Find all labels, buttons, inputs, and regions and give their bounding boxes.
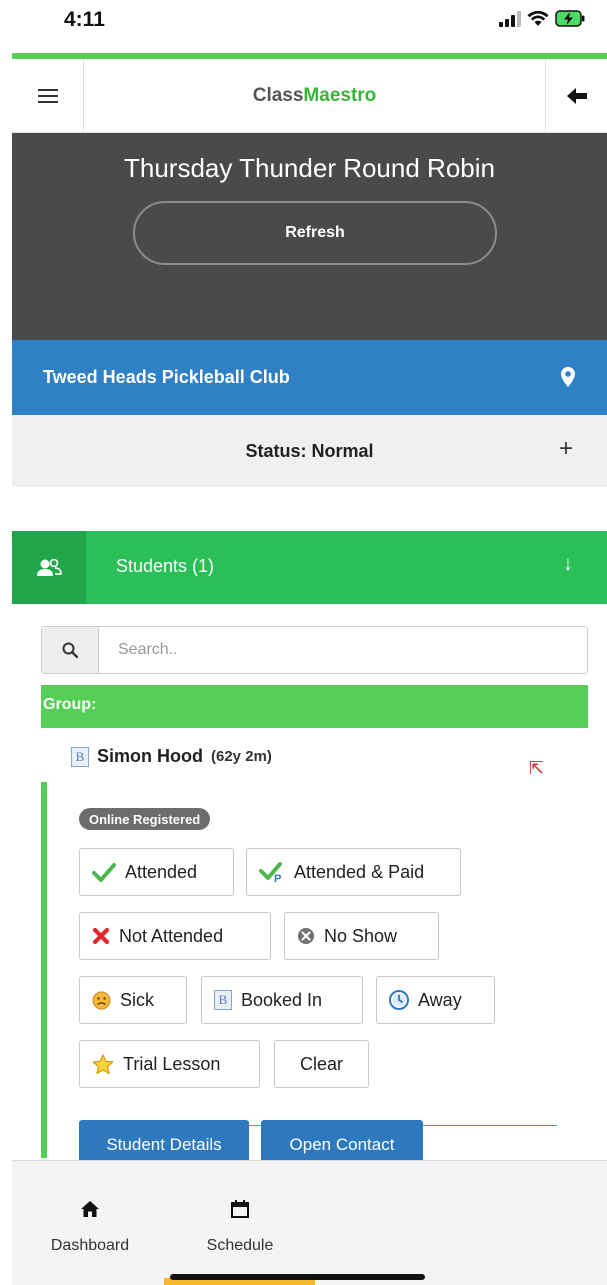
red-x-icon bbox=[92, 927, 110, 945]
student-card: B Simon Hood (62y 2m) ⇱ Online Registere… bbox=[41, 728, 588, 1170]
calendar-icon bbox=[231, 1200, 249, 1218]
status-icons bbox=[499, 10, 585, 27]
attended-paid-button[interactable]: P Attended & Paid bbox=[246, 848, 461, 896]
refresh-button[interactable]: Refresh bbox=[133, 201, 497, 265]
sick-face-icon bbox=[92, 991, 111, 1009]
class-status-row[interactable]: Status: Normal + bbox=[12, 415, 607, 487]
tab-schedule[interactable]: Schedule bbox=[180, 1161, 300, 1285]
no-show-button[interactable]: No Show bbox=[284, 912, 439, 960]
arrow-down-icon[interactable]: ↓ bbox=[563, 553, 573, 576]
clock-icon bbox=[389, 990, 409, 1010]
students-section-header[interactable]: Students (1) ↓ bbox=[12, 531, 607, 604]
wifi-icon bbox=[527, 10, 549, 26]
svg-text:P: P bbox=[274, 873, 281, 883]
trial-lesson-label: Trial Lesson bbox=[123, 1053, 221, 1074]
student-age: (62y 2m) bbox=[211, 748, 272, 765]
not-attended-button[interactable]: Not Attended bbox=[79, 912, 271, 960]
tab-schedule-label: Schedule bbox=[206, 1237, 274, 1254]
trial-lesson-button[interactable]: Trial Lesson bbox=[79, 1040, 260, 1088]
checkmark-icon bbox=[92, 863, 116, 882]
online-registered-badge: Online Registered bbox=[79, 808, 211, 830]
class-title: Thursday Thunder Round Robin bbox=[124, 153, 495, 183]
students-label: Students (1) bbox=[116, 556, 215, 576]
clear-button[interactable]: Clear bbox=[274, 1040, 369, 1088]
card-accent-bar bbox=[41, 782, 47, 1158]
student-name-row[interactable]: B Simon Hood (62y 2m) bbox=[71, 746, 272, 767]
search-icon bbox=[62, 642, 78, 658]
back-button[interactable] bbox=[545, 59, 607, 133]
bottom-tab-bar: Dashboard Schedule bbox=[12, 1160, 607, 1285]
users-icon bbox=[37, 558, 62, 576]
class-header: Thursday Thunder Round Robin Refresh bbox=[12, 133, 607, 340]
location-name: Tweed Heads Pickleball Club bbox=[43, 367, 290, 387]
sick-label: Sick bbox=[120, 989, 155, 1010]
attended-button[interactable]: Attended bbox=[79, 848, 234, 896]
search-input[interactable] bbox=[100, 627, 586, 673]
attended-label: Attended bbox=[125, 861, 198, 882]
booked-in-label: Booked In bbox=[241, 989, 323, 1010]
map-pin-icon[interactable] bbox=[561, 367, 575, 387]
student-search bbox=[41, 626, 588, 674]
away-button[interactable]: Away bbox=[376, 976, 495, 1024]
away-label: Away bbox=[418, 989, 462, 1010]
battery-charging-icon bbox=[555, 10, 585, 27]
clear-label: Clear bbox=[299, 1053, 343, 1074]
app-header: Class Maestro bbox=[12, 53, 607, 133]
booked-in-button[interactable]: B Booked In bbox=[201, 976, 363, 1024]
expand-status-button[interactable]: + bbox=[559, 435, 573, 463]
home-icon bbox=[81, 1201, 99, 1217]
group-header: Group: bbox=[41, 685, 588, 728]
not-attended-label: Not Attended bbox=[119, 925, 224, 946]
sick-button[interactable]: Sick bbox=[79, 976, 187, 1024]
attended-paid-label: Attended & Paid bbox=[294, 861, 425, 882]
tab-dashboard[interactable]: Dashboard bbox=[30, 1161, 150, 1285]
expand-arrow-icon[interactable]: ⇱ bbox=[529, 758, 544, 779]
location-bar[interactable]: Tweed Heads Pickleball Club bbox=[12, 340, 607, 415]
booked-in-icon: B bbox=[214, 990, 232, 1010]
status-time: 4:11 bbox=[64, 8, 105, 31]
tab-dashboard-label: Dashboard bbox=[50, 1237, 130, 1254]
brand-part-maestro: Maestro bbox=[303, 85, 377, 106]
no-show-icon bbox=[298, 928, 314, 944]
no-show-label: No Show bbox=[324, 925, 398, 946]
hamburger-menu-icon bbox=[37, 89, 58, 103]
menu-button[interactable] bbox=[12, 59, 84, 133]
students-icon-cell bbox=[12, 531, 86, 604]
check-paid-icon: P bbox=[259, 862, 282, 883]
star-icon bbox=[92, 1053, 114, 1074]
brand-part-class: Class bbox=[252, 85, 304, 106]
cellular-signal-icon bbox=[499, 10, 521, 27]
back-arrow-icon bbox=[566, 88, 587, 104]
search-button[interactable] bbox=[42, 627, 99, 673]
student-name: Simon Hood bbox=[97, 746, 203, 766]
booked-in-icon: B bbox=[71, 746, 89, 767]
app-logo: Class Maestro bbox=[84, 59, 545, 133]
class-status: Status: Normal bbox=[245, 441, 374, 461]
status-bar: 4:11 bbox=[0, 0, 607, 52]
home-indicator bbox=[170, 1274, 425, 1280]
